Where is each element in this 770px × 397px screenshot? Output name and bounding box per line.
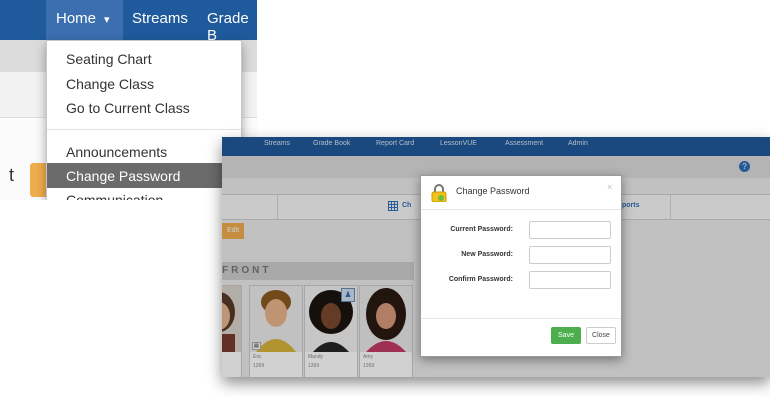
home-dropdown-menu: Seating Chart Change Class Go to Current… xyxy=(46,40,242,200)
app-screenshot: Streams Grade Book Report Card LessonVUE… xyxy=(222,137,770,377)
menu-item-seating-chart[interactable]: Seating Chart xyxy=(66,51,152,67)
nav-streams[interactable]: Streams xyxy=(132,10,188,27)
menu-item-change-class[interactable]: Change Class xyxy=(66,76,154,92)
chevron-down-icon[interactable]: ▾ xyxy=(104,13,110,26)
menu-item-announcements[interactable]: Announcements xyxy=(66,144,167,160)
confirm-password-label: Confirm Password: xyxy=(448,276,513,283)
background-text: t xyxy=(9,165,15,185)
close-icon[interactable]: × xyxy=(607,182,612,192)
close-button[interactable]: Close xyxy=(586,327,616,344)
save-button[interactable]: Save xyxy=(551,327,581,344)
zoomed-menu-view: Home ▾ Streams Grade B t Seating Chart C… xyxy=(0,0,257,200)
new-password-field[interactable] xyxy=(529,246,611,264)
dialog-header: Change Password × xyxy=(421,176,621,210)
current-password-field[interactable] xyxy=(529,221,611,239)
menu-item-communication[interactable]: Communication xyxy=(66,192,163,200)
dialog-footer-divider xyxy=(421,318,621,319)
lock-icon xyxy=(431,184,447,202)
nav-gradebook[interactable]: Grade B xyxy=(207,10,257,44)
new-password-label: New Password: xyxy=(461,251,513,258)
current-password-label: Current Password: xyxy=(450,226,513,233)
dialog-title: Change Password xyxy=(456,186,530,196)
change-password-dialog: Change Password × Current Password: New … xyxy=(420,175,622,357)
menu-item-go-to-current-class[interactable]: Go to Current Class xyxy=(66,100,190,116)
menu-divider xyxy=(47,129,241,130)
confirm-password-field[interactable] xyxy=(529,271,611,289)
nav-home[interactable]: Home xyxy=(56,10,96,27)
menu-item-change-password[interactable]: Change Password xyxy=(66,168,180,184)
